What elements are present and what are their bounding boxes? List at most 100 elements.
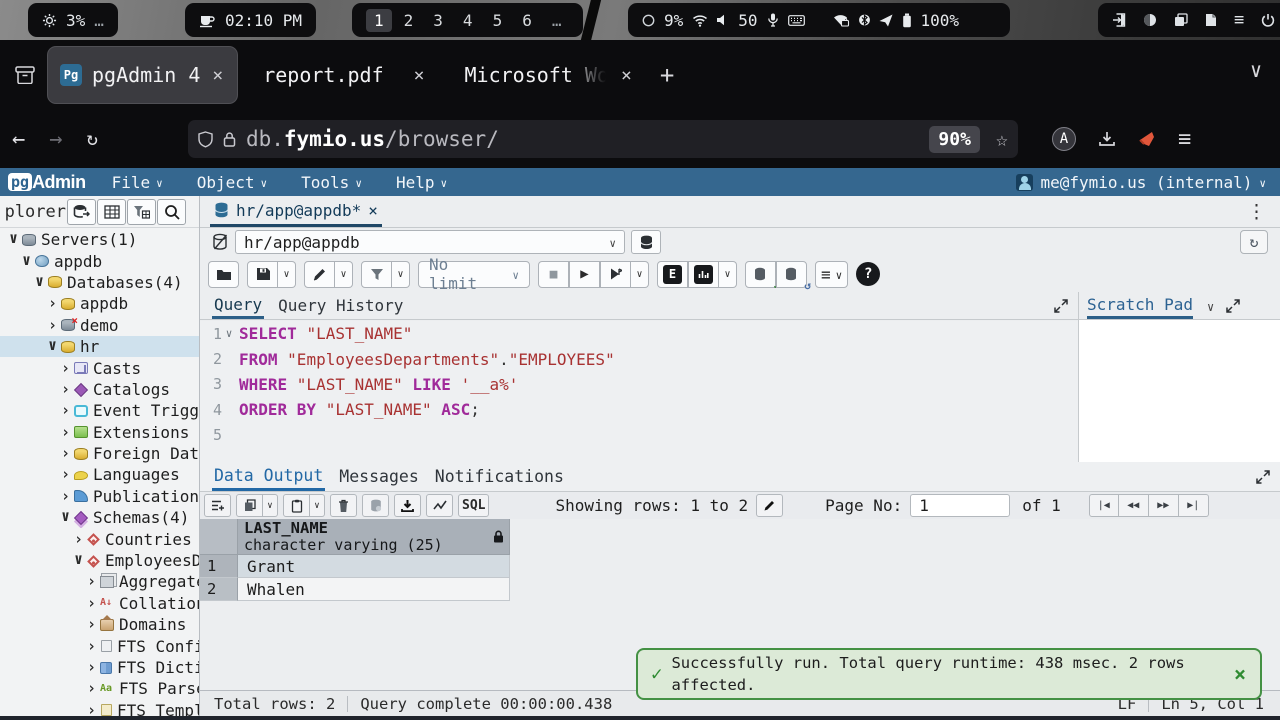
kebab-menu-icon[interactable]: ⋮ (1247, 201, 1266, 223)
sql-editor[interactable]: 1 ∨ SELECT "LAST_NAME" 2 FROM "Employees… (200, 321, 1078, 462)
tree-item-foreign-data[interactable]: ›Foreign Data Wrappers (0, 443, 200, 464)
menu-help[interactable]: Help∨ (396, 173, 447, 192)
connection-select[interactable]: hr/app@appdb ∨ (235, 230, 625, 254)
macros-button[interactable]: ≡∨ (815, 261, 848, 288)
stop-button[interactable]: ■ (538, 261, 569, 288)
tree-item-catalogs[interactable]: ›Catalogs (0, 379, 200, 400)
tree-item-fts-configurations[interactable]: ›FTS Configurations (0, 635, 200, 656)
tab-query-history[interactable]: Query History (276, 292, 405, 319)
new-tab-button[interactable]: + (646, 61, 688, 89)
fold-icon[interactable]: ∨ (222, 327, 236, 340)
tree-item-schema-countries[interactable]: ›Countries (0, 528, 200, 549)
forward-button[interactable]: → (37, 127, 74, 152)
expand-panel-icon[interactable] (1256, 470, 1270, 484)
user-menu[interactable]: me@fymio.us (internal) ∨ (1016, 173, 1266, 192)
zoom-level-badge[interactable]: 90% (929, 126, 980, 153)
tab-data-output[interactable]: Data Output (212, 462, 325, 491)
tab-close-icon[interactable]: × (210, 65, 225, 86)
data-cell[interactable]: Whalen (238, 578, 510, 601)
workspace-3[interactable]: 3 (425, 9, 451, 32)
execute-button[interactable]: ▶ (569, 261, 600, 288)
copy-options-caret[interactable]: ∨ (263, 494, 278, 517)
search-icon[interactable] (157, 199, 186, 225)
refresh-connection-button[interactable]: ↻ (1240, 230, 1268, 254)
tab-close-icon[interactable]: × (368, 201, 378, 220)
row-number-cell[interactable]: 2 (200, 578, 238, 601)
explain-analyze-button[interactable] (688, 261, 719, 288)
workspace-switcher[interactable]: 1 2 3 4 5 6 … (352, 3, 583, 37)
chevron-down-icon[interactable]: ∨ (1207, 301, 1214, 313)
workspace-2[interactable]: 2 (396, 9, 422, 32)
document-icon[interactable] (1205, 13, 1217, 27)
grid-view-button[interactable] (97, 199, 126, 225)
workspace-6[interactable]: 6 (514, 9, 540, 32)
browser-tab-word[interactable]: Microsoft Wo × (452, 47, 645, 103)
explain-caret[interactable]: ∨ (719, 261, 737, 288)
collapse-icon[interactable]: ∨ (45, 338, 60, 353)
download-button[interactable] (394, 494, 421, 517)
lock-icon[interactable] (223, 131, 236, 147)
workspace-5[interactable]: 5 (485, 9, 511, 32)
delete-row-button[interactable] (330, 494, 357, 517)
expand-icon[interactable]: › (84, 681, 99, 696)
row-number-cell[interactable]: 1 (200, 555, 238, 578)
execute-options-button[interactable] (600, 261, 631, 288)
expand-icon[interactable]: › (58, 361, 73, 376)
tree-item-aggregates[interactable]: ›Aggregates (0, 571, 200, 592)
filter-button[interactable] (361, 261, 392, 288)
show-sql-button[interactable]: SQL (458, 494, 489, 517)
first-page-button[interactable]: |◀ (1089, 494, 1119, 517)
expand-icon[interactable]: › (84, 639, 99, 654)
execute-caret[interactable]: ∨ (631, 261, 649, 288)
column-header-last-name[interactable]: LAST_NAME character varying (25) (238, 519, 510, 555)
rollback-button[interactable]: ↺ (776, 261, 807, 288)
expand-icon[interactable]: › (58, 425, 73, 440)
appearance-icon[interactable] (1143, 13, 1157, 27)
address-field[interactable]: db.fymio.us/browser/ 90% ☆ (188, 120, 1018, 158)
tree-item-fts-parsers[interactable]: ›AaFTS Parsers (0, 678, 200, 699)
tree-item-schemas[interactable]: ∨Schemas(4) (0, 507, 200, 528)
tab-close-icon[interactable]: × (412, 65, 427, 86)
workspace-1[interactable]: 1 (366, 9, 392, 32)
expand-icon[interactable]: › (58, 382, 73, 397)
select-all-cell[interactable] (200, 519, 238, 555)
limit-select[interactable]: No limit ∨ (418, 261, 530, 288)
expand-panel-icon[interactable] (1226, 299, 1240, 313)
prev-page-button[interactable]: ◀◀ (1119, 494, 1149, 517)
tab-query[interactable]: Query (212, 292, 264, 319)
paste-options-caret[interactable]: ∨ (310, 494, 325, 517)
query-tool-tab[interactable]: hr/app@appdb* × (210, 196, 382, 227)
add-row-button[interactable] (204, 494, 231, 517)
tab-close-icon[interactable]: × (619, 65, 634, 86)
tree-item-db-appdb[interactable]: ›appdb (0, 293, 200, 314)
scratch-pad-editor[interactable] (1079, 320, 1280, 461)
edit-button[interactable] (304, 261, 335, 288)
tree-item-db-hr[interactable]: ∨hr (0, 336, 200, 357)
edit-range-button[interactable] (756, 494, 783, 517)
workspace-more[interactable]: … (544, 9, 570, 32)
extension-icon[interactable] (1138, 130, 1156, 148)
menu-tools[interactable]: Tools∨ (301, 173, 362, 192)
expand-icon[interactable]: › (84, 660, 99, 675)
menu-icon[interactable]: ≡ (1234, 10, 1244, 30)
expand-icon[interactable]: › (84, 617, 99, 632)
filter-button[interactable] (127, 199, 156, 225)
graph-visualiser-button[interactable] (426, 494, 453, 517)
tree-item-schema-employees[interactable]: ∨EmployeesDepartments (0, 550, 200, 571)
downloads-icon[interactable] (1098, 130, 1116, 148)
firefox-view-icon[interactable] (10, 60, 40, 90)
clock-widget[interactable]: 02:10 PM (185, 3, 316, 37)
tree-item-domains[interactable]: ›Domains (0, 614, 200, 635)
collapse-icon[interactable]: ∨ (32, 274, 47, 289)
tree-item-extensions[interactable]: ›Extensions (0, 422, 200, 443)
files-icon[interactable] (1174, 13, 1188, 27)
tree-item-fts-dictionaries[interactable]: ›FTS Dictionaries (0, 657, 200, 678)
expand-icon[interactable]: › (45, 318, 60, 333)
expand-icon[interactable]: › (58, 489, 73, 504)
new-connection-button[interactable] (631, 230, 661, 254)
browser-menu-icon[interactable]: ≡ (1178, 127, 1191, 152)
page-number-input[interactable] (910, 494, 1010, 517)
menu-object[interactable]: Object∨ (197, 173, 267, 192)
expand-panel-icon[interactable] (1054, 299, 1068, 313)
list-all-tabs-icon[interactable]: ∨ (1250, 58, 1262, 82)
